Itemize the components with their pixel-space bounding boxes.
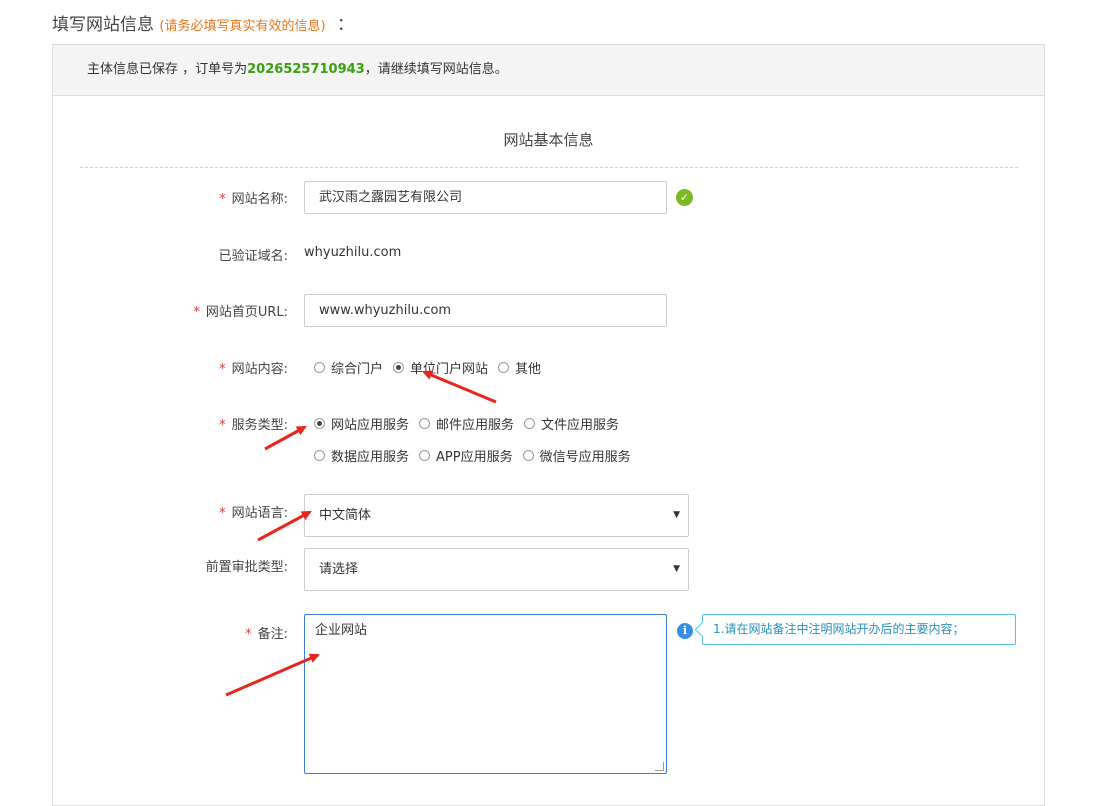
service-radio-wechat[interactable]: 微信号应用服务 (522, 446, 631, 465)
caret-down-icon: ▼ (673, 510, 680, 520)
required-mark: * (219, 362, 226, 377)
pre-approval-label: 前置审批类型: (205, 560, 288, 575)
remark-label: * 备注: (88, 623, 288, 642)
radio-label: 数据应用服务 (331, 450, 410, 465)
service-type-label-text: 服务类型: (231, 418, 288, 433)
section-title: 网站基本信息 (503, 131, 594, 149)
radio-dot (419, 418, 431, 429)
resize-grip[interactable] (655, 762, 664, 771)
remark-label-text: 备注: (257, 627, 288, 642)
page-title-text: 填写网站信息 (52, 15, 154, 35)
language-label-text: 网站语言: (231, 506, 288, 521)
site-content-radio-unit-portal[interactable]: 单位门户网站 (393, 358, 488, 377)
pre-approval-select[interactable]: 请选择 ▼ (304, 548, 689, 591)
page-title: 填写网站信息 (请务必填写真实有效的信息) ： (52, 10, 354, 35)
remark-textarea[interactable]: 企业网站 (304, 614, 667, 774)
radio-label: 邮件应用服务 (436, 418, 515, 433)
order-number: 2026525710943 (247, 62, 365, 77)
radio-dot (314, 450, 325, 461)
site-name-label: * 网站名称: (88, 188, 288, 207)
service-radio-file[interactable]: 文件应用服务 (524, 414, 619, 433)
notice-suffix: ，请继续填写网站信息。 (364, 62, 508, 77)
radio-dot (522, 450, 534, 461)
page-title-hint: (请务必填写真实有效的信息) (159, 19, 326, 34)
verified-domain-value: whyuzhilu.com (304, 245, 402, 260)
language-select-value: 中文简体 (319, 508, 372, 523)
service-type-radio-row-1: 网站应用服务 邮件应用服务 文件应用服务 (314, 414, 629, 433)
remark-textarea-value: 企业网站 (315, 623, 368, 638)
required-mark: * (219, 418, 226, 433)
site-content-radio-group: 综合门户 单位门户网站 其他 (314, 358, 551, 377)
service-type-label: * 服务类型: (88, 414, 288, 433)
verified-domain-label: 已验证域名: (218, 249, 288, 264)
service-type-radio-row-2: 数据应用服务 APP应用服务 微信号应用服务 (314, 446, 641, 465)
check-circle-icon: ✓ (676, 189, 693, 206)
service-radio-app[interactable]: APP应用服务 (419, 446, 513, 465)
site-content-radio-portal[interactable]: 综合门户 (314, 358, 383, 377)
radio-dot (524, 418, 536, 429)
site-content-radio-other[interactable]: 其他 (498, 358, 541, 377)
site-content-label-text: 网站内容: (231, 362, 288, 377)
website-info-panel: 主体信息已保存 ，订单号为2026525710943，请继续填写网站信息。 网站… (52, 44, 1045, 806)
home-url-label: * 网站首页URL: (88, 301, 288, 320)
radio-label: 网站应用服务 (331, 418, 410, 433)
home-url-label-text: 网站首页URL: (205, 305, 288, 320)
service-radio-data[interactable]: 数据应用服务 (314, 446, 409, 465)
radio-label: 综合门户 (331, 362, 384, 377)
radio-dot-selected (393, 362, 405, 373)
site-name-label-text: 网站名称: (231, 192, 288, 207)
radio-label: 单位门户网站 (410, 362, 489, 377)
radio-dot (419, 450, 431, 461)
notice-prefix: 主体信息已保存 ，订单号为 (87, 62, 248, 77)
remark-tip: 1.请在网站备注中注明网站开办后的主要内容； (702, 614, 1016, 645)
radio-dot (314, 362, 325, 373)
radio-dot-selected (314, 418, 325, 429)
section-divider (80, 167, 1018, 168)
pre-approval-select-value: 请选择 (319, 562, 359, 577)
home-url-input[interactable]: www.whyuzhilu.com (304, 294, 667, 327)
radio-label: APP应用服务 (436, 450, 513, 465)
radio-dot (498, 362, 510, 373)
required-mark: * (245, 627, 252, 642)
page-title-colon: ： (336, 15, 354, 35)
service-radio-mail[interactable]: 邮件应用服务 (419, 414, 514, 433)
info-circle-icon: i (677, 623, 693, 639)
service-radio-web[interactable]: 网站应用服务 (314, 414, 409, 433)
caret-down-icon: ▼ (673, 564, 680, 574)
radio-label: 其他 (515, 362, 542, 377)
site-name-input[interactable]: 武汉雨之露园艺有限公司 (304, 181, 667, 214)
saved-notice: 主体信息已保存 ，订单号为2026525710943，请继续填写网站信息。 (53, 45, 1044, 96)
site-content-label: * 网站内容: (88, 358, 288, 377)
required-mark: * (219, 506, 226, 521)
radio-label: 文件应用服务 (541, 418, 620, 433)
language-select[interactable]: 中文简体 ▼ (304, 494, 689, 537)
required-mark: * (193, 305, 200, 320)
required-mark: * (219, 192, 226, 207)
radio-label: 微信号应用服务 (539, 450, 631, 465)
language-label: * 网站语言: (88, 502, 288, 521)
